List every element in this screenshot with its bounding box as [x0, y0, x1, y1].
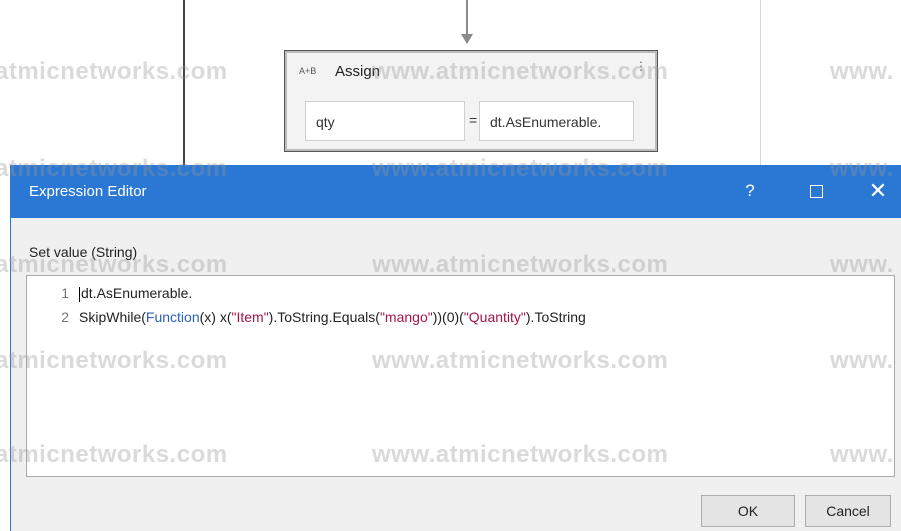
code-text: ).ToString.Equals(: [268, 309, 380, 325]
code-string: "Item": [231, 309, 269, 325]
assign-to-field[interactable]: qty: [305, 101, 465, 141]
code-line-1: 1 dt.AsEnumerable.: [27, 282, 192, 304]
code-string: "mango": [379, 309, 433, 325]
assign-activity[interactable]: A+B Assign ⋮ qty = dt.AsEnumerable.: [284, 50, 658, 152]
maximize-icon: [809, 185, 823, 199]
dialog-titlebar[interactable]: Expression Editor ? ✕: [11, 165, 901, 218]
close-button[interactable]: ✕: [863, 177, 893, 205]
dialog-title: Expression Editor: [29, 183, 147, 200]
code-text: ).ToString: [525, 309, 586, 325]
grip-icon[interactable]: ⋮: [635, 60, 647, 72]
cancel-button[interactable]: Cancel: [805, 495, 891, 527]
assign-value-field[interactable]: dt.AsEnumerable.: [479, 101, 634, 141]
help-button[interactable]: ?: [735, 177, 765, 205]
set-value-label: Set value (String): [29, 244, 138, 260]
code-text: (x) x(: [199, 309, 232, 325]
code-text: SkipWhile(: [79, 309, 146, 325]
code-text: dt.AsEnumerable.: [81, 285, 193, 301]
ok-button[interactable]: OK: [701, 495, 795, 527]
watermark: atmicnetworks.com: [0, 58, 228, 85]
line-number: 2: [61, 309, 69, 325]
canvas-divider: [760, 0, 761, 180]
assign-icon: A+B: [299, 66, 317, 76]
code-string: "Quantity": [463, 309, 526, 325]
flow-arrow-line: [466, 0, 468, 36]
expression-editor-dialog: Expression Editor ? ✕ Set value (String)…: [10, 165, 901, 531]
watermark: www.: [830, 58, 894, 85]
text-caret: [79, 286, 80, 302]
maximize-button[interactable]: [801, 177, 831, 205]
code-line-2: 2 SkipWhile(Function(x) x("Item").ToStrin…: [27, 306, 586, 328]
line-number: 1: [61, 285, 69, 301]
code-text: ))(0)(: [432, 309, 464, 325]
code-keyword: Function: [145, 309, 200, 325]
assign-equals: =: [469, 112, 478, 128]
expression-editor[interactable]: 1 dt.AsEnumerable. 2 SkipWhile(Function(x)…: [26, 275, 895, 477]
assign-title: Assign: [335, 63, 381, 80]
arrow-down-icon: [461, 34, 473, 44]
